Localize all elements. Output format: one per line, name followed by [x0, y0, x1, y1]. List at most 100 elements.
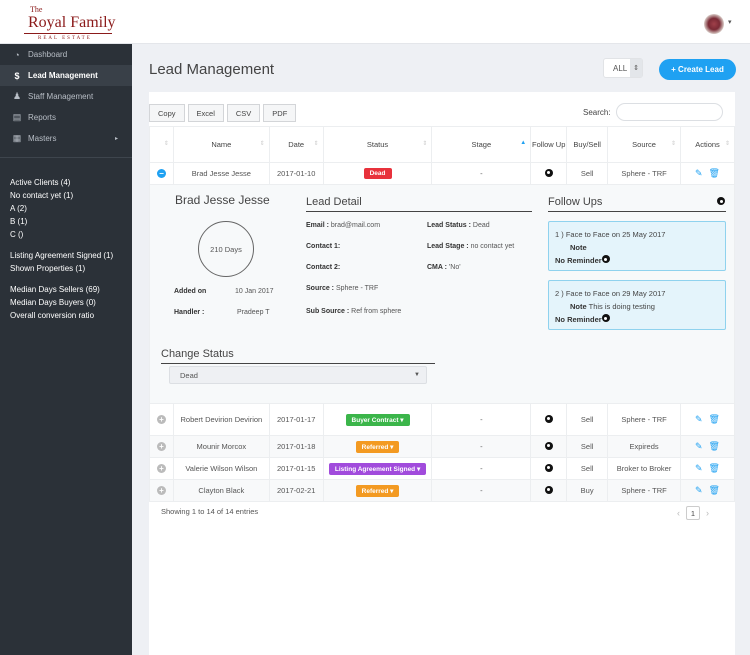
- logo-underline: [24, 33, 112, 34]
- trash-icon[interactable]: 🗑: [709, 168, 720, 178]
- lead-buy-sell: Sell: [566, 457, 609, 480]
- expand-row-icon[interactable]: +: [156, 442, 166, 451]
- edit-icon[interactable]: ✎: [695, 441, 703, 451]
- sidebar-item-reports[interactable]: ▤ Reports: [0, 107, 132, 128]
- lead-name: Robert Devirion Devirion: [172, 403, 270, 436]
- user-icon: ♟: [12, 91, 22, 101]
- lead-buy-sell: Sell: [566, 162, 609, 185]
- edit-icon[interactable]: ✎: [695, 463, 703, 473]
- lead-stage: -: [431, 403, 532, 436]
- col-source[interactable]: Source ⇕: [607, 126, 681, 163]
- expand-row-icon[interactable]: +: [156, 464, 166, 473]
- add-reminder-icon[interactable]: [601, 255, 610, 263]
- col-toggle[interactable]: ⇕: [149, 126, 174, 163]
- lead-name: Brad Jesse Jesse: [172, 162, 270, 185]
- search-label: Search:: [583, 108, 611, 117]
- pagination: ‹ 1 ›: [677, 506, 709, 520]
- sidebar-item-label: Staff Management: [28, 92, 94, 101]
- follow-up-card: 1 ) Face to Face on 25 May 2017 Note No …: [548, 221, 726, 271]
- status-badge[interactable]: Listing Agreement Signed ▾: [328, 462, 427, 475]
- edit-icon[interactable]: ✎: [695, 414, 703, 424]
- sidebar-item-staff-management[interactable]: ♟ Staff Management: [0, 86, 132, 107]
- add-follow-up-icon[interactable]: [544, 168, 553, 177]
- edit-icon[interactable]: ✎: [695, 168, 703, 178]
- user-avatar[interactable]: [704, 14, 724, 34]
- sidebar-item-lead-management[interactable]: $ Lead Management: [0, 65, 132, 86]
- add-follow-up-icon[interactable]: [544, 463, 553, 472]
- add-follow-up-icon[interactable]: [544, 441, 553, 450]
- table-header-row: ⇕ Name ⇕ Date ⇕ Status ⇕ Stage ▲ Follow Up B…: [149, 126, 735, 163]
- add-reminder-icon[interactable]: [601, 314, 610, 322]
- page-1-button[interactable]: 1: [686, 506, 700, 520]
- stat-item[interactable]: Shown Properties (1): [10, 262, 122, 275]
- col-follow-up[interactable]: Follow Up: [530, 126, 568, 163]
- lead-buy-sell: Buy: [566, 479, 609, 502]
- source-value: Sphere - TRF: [335, 285, 379, 292]
- royal-family-logo[interactable]: The Royal Family REAL ESTATE: [8, 3, 116, 43]
- page-title: Lead Management: [149, 61, 275, 78]
- select-arrows-icon: ⇕: [630, 59, 642, 77]
- search-input[interactable]: [616, 103, 723, 121]
- stat-item[interactable]: B (1): [10, 215, 122, 228]
- sidebar-item-label: Reports: [28, 113, 57, 122]
- caret-down-icon[interactable]: ▾: [728, 18, 732, 26]
- entries-info: Showing 1 to 14 of 14 entries: [161, 507, 259, 516]
- stat-item[interactable]: Median Days Buyers (0): [10, 296, 122, 309]
- lead-stage: -: [431, 479, 532, 502]
- sidebar-item-masters[interactable]: ▦ Masters ▸: [0, 128, 132, 149]
- edit-icon[interactable]: ✎: [695, 485, 703, 495]
- follow-up-reminder: No Reminder: [555, 315, 602, 324]
- csv-button[interactable]: CSV: [226, 104, 261, 122]
- lead-source: Expireds: [607, 435, 681, 458]
- stat-item[interactable]: No contact yet (1): [10, 189, 122, 202]
- col-stage[interactable]: Stage ▲: [431, 126, 532, 163]
- col-date[interactable]: Date ⇕: [268, 126, 324, 163]
- filter-value: ALL: [613, 63, 628, 73]
- lead-date: 2017-01-15: [268, 457, 324, 480]
- trash-icon[interactable]: 🗑: [709, 463, 720, 473]
- lead-name: Valerie Wilson Wilson: [172, 457, 270, 480]
- lead-detail-heading: Lead Detail: [306, 196, 532, 212]
- filter-select[interactable]: ALL ⇕: [603, 58, 643, 78]
- lead-stats: Active Clients (4) No contact yet (1) A …: [0, 166, 132, 322]
- follow-up-title: 2 ) Face to Face on 29 May 2017: [555, 289, 666, 298]
- status-badge[interactable]: Referred ▾: [355, 484, 400, 497]
- detail-lead-name: Brad Jesse Jesse: [175, 193, 270, 207]
- add-follow-up-icon[interactable]: [544, 414, 553, 423]
- trash-icon[interactable]: 🗑: [709, 485, 720, 495]
- expand-row-icon[interactable]: +: [156, 415, 166, 424]
- collapse-row-icon[interactable]: −: [156, 169, 166, 178]
- top-bar: The Royal Family REAL ESTATE ▾: [0, 0, 750, 44]
- create-lead-button[interactable]: + Create Lead: [659, 59, 736, 80]
- add-follow-up-icon[interactable]: [544, 485, 553, 494]
- sidebar-item-dashboard[interactable]: ◔ Dashboard: [0, 44, 132, 65]
- col-status[interactable]: Status ⇕: [322, 126, 433, 163]
- stat-item[interactable]: C (): [10, 228, 122, 241]
- status-badge[interactable]: Dead: [363, 168, 392, 179]
- stat-item[interactable]: Listing Agreement Signed (1): [10, 249, 122, 262]
- col-buy-sell[interactable]: Buy/Sell: [566, 126, 609, 163]
- expand-row-icon[interactable]: +: [156, 486, 166, 495]
- col-name[interactable]: Name ⇕: [172, 126, 270, 163]
- status-badge[interactable]: Buyer Contract ▾: [345, 413, 410, 426]
- excel-button[interactable]: Excel: [187, 104, 224, 122]
- stat-item[interactable]: Median Days Sellers (69): [10, 283, 122, 296]
- col-actions[interactable]: Actions ⇕: [680, 126, 735, 163]
- trash-icon[interactable]: 🗑: [709, 414, 720, 424]
- add-follow-up-icon[interactable]: [717, 197, 725, 205]
- lead-stage: -: [431, 162, 532, 185]
- stat-item[interactable]: A (2): [10, 202, 122, 215]
- caret-down-icon: ▼: [414, 372, 420, 378]
- trash-icon[interactable]: 🗑: [709, 441, 720, 451]
- status-badge[interactable]: Referred ▾: [355, 440, 400, 453]
- copy-button[interactable]: Copy: [149, 104, 185, 122]
- added-on-value: 10 Jan 2017: [235, 288, 274, 295]
- pdf-button[interactable]: PDF: [263, 104, 297, 122]
- contact2-label: Contact 2:: [306, 264, 341, 271]
- stat-item[interactable]: Active Clients (4): [10, 176, 122, 189]
- change-status-select[interactable]: Dead ▼: [169, 366, 427, 384]
- dashboard-icon: ◔: [14, 49, 20, 60]
- stat-item[interactable]: Overall conversion ratio: [10, 309, 122, 322]
- prev-page-icon[interactable]: ‹: [677, 508, 680, 518]
- next-page-icon[interactable]: ›: [706, 508, 709, 518]
